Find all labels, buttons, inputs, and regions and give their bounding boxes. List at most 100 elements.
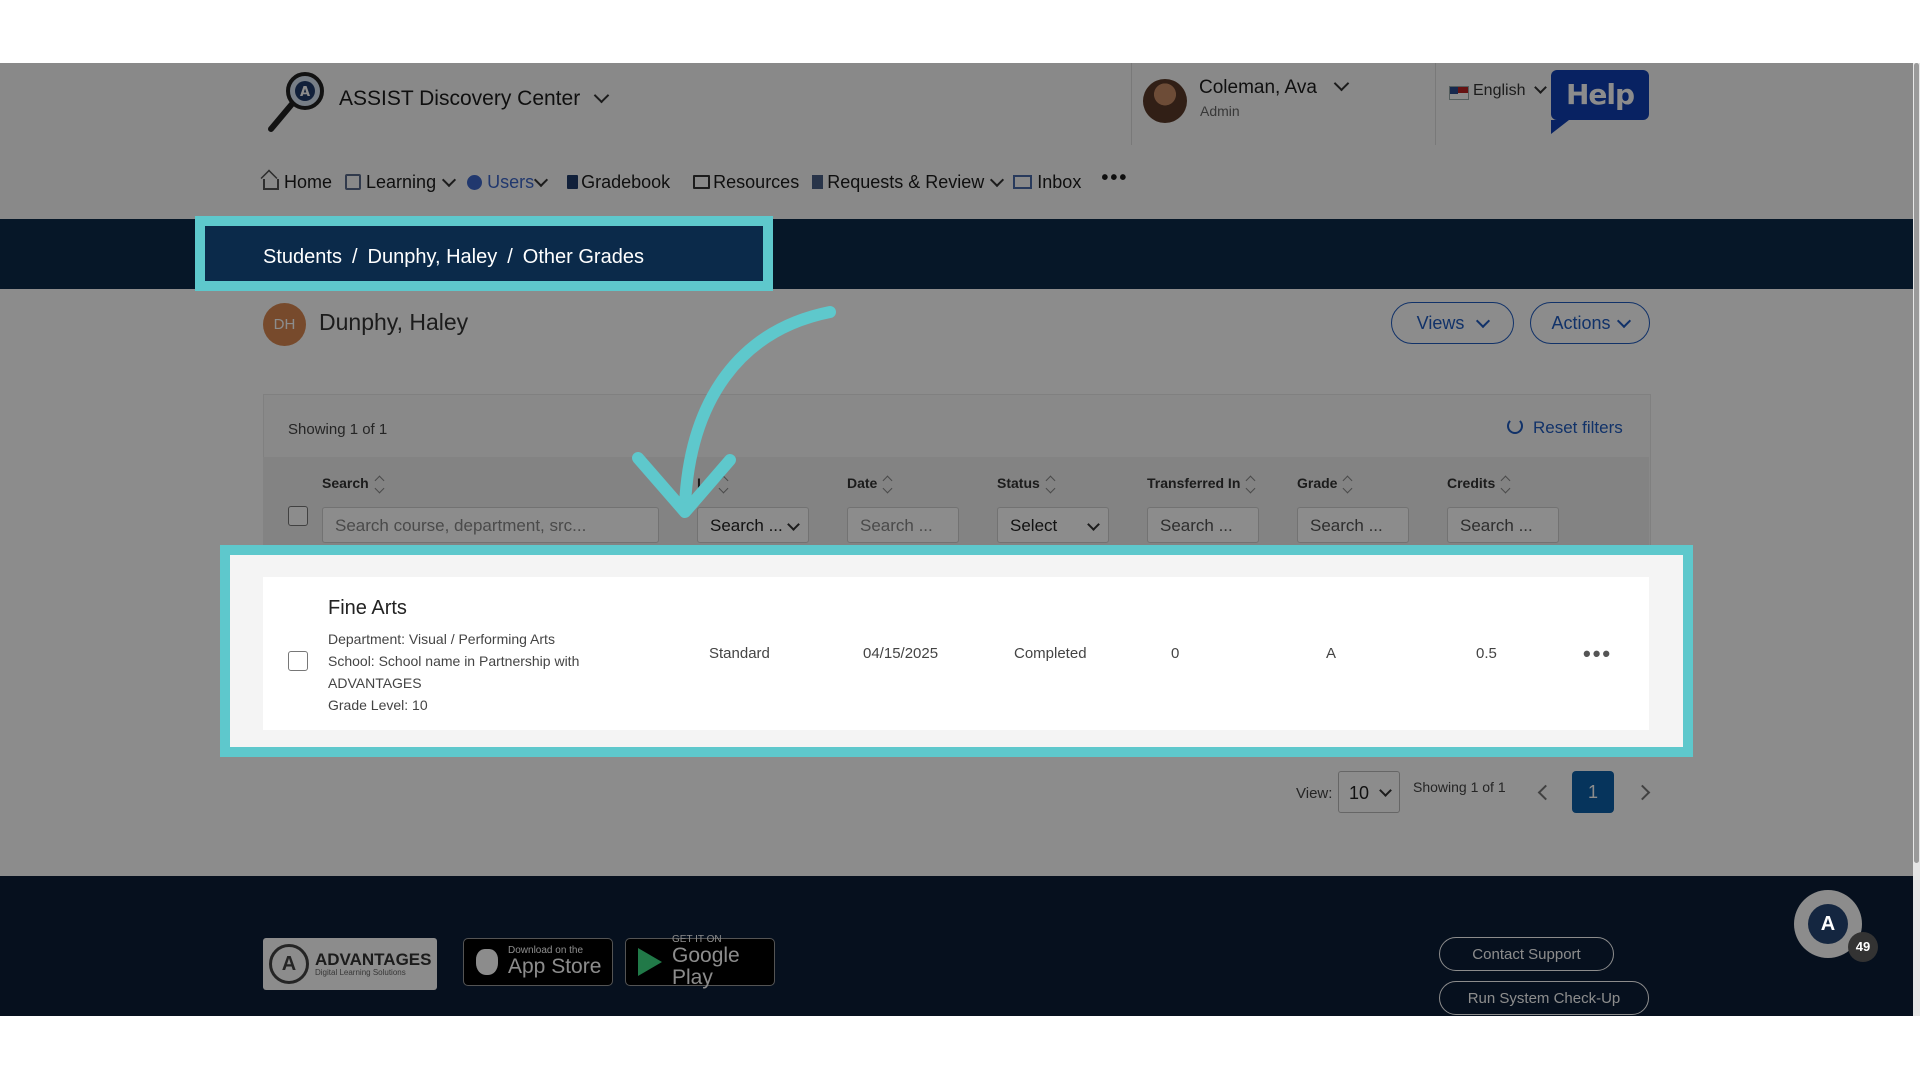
nav-item-users[interactable]: Users (467, 171, 549, 193)
main-nav: Home Learning Users Gradebook Resources (263, 167, 1141, 197)
contact-support-button[interactable]: Contact Support (1439, 937, 1614, 971)
sort-icon (1343, 475, 1351, 493)
status-filter-select[interactable]: Select (997, 507, 1109, 543)
nav-label: Gradebook (581, 171, 671, 192)
breadcrumb-students[interactable]: Students (263, 246, 342, 268)
chevron-down-icon (1476, 313, 1491, 328)
column-header-date[interactable]: Date (847, 475, 891, 493)
app-store-badge[interactable]: Download on the App Store (463, 938, 613, 986)
google-play-badge[interactable]: GET IT ON Google Play (625, 935, 775, 989)
reset-icon (1507, 418, 1523, 434)
sort-icon (1246, 475, 1254, 493)
google-play-icon (638, 948, 662, 976)
inbox-icon (1013, 175, 1033, 189)
cell-level: Standard (709, 645, 770, 662)
date-filter-input[interactable]: Search ... (847, 507, 959, 543)
views-button[interactable]: Views (1391, 302, 1514, 344)
credits-filter-input[interactable]: Search ... (1447, 507, 1559, 543)
google-play-big: Google Play (672, 944, 740, 989)
reset-filters-button[interactable]: Reset filters (1507, 418, 1623, 438)
level-filter-select[interactable]: Search ... (697, 507, 809, 543)
nav-item-inbox[interactable]: Inbox (1013, 172, 1081, 193)
actions-button[interactable]: Actions (1530, 302, 1650, 344)
page-size-select[interactable]: 10 (1338, 771, 1400, 813)
user-name: Coleman, Ava (1199, 77, 1317, 98)
column-label: Transferred In (1147, 475, 1241, 491)
requests-icon (812, 175, 824, 189)
sort-icon (1046, 475, 1054, 493)
nav-item-requests[interactable]: Requests & Review (812, 171, 1005, 193)
grade-filter-input[interactable]: Search ... (1297, 507, 1409, 543)
nav-item-resources[interactable]: Resources (693, 172, 799, 193)
nav-item-home[interactable]: Home (263, 172, 332, 193)
chevron-down-icon (1616, 313, 1631, 328)
help-button[interactable]: Help (1551, 70, 1649, 134)
course-school: School: School name in Partnership with (328, 653, 580, 669)
sort-icon (1501, 475, 1509, 493)
cell-status: Completed (1014, 645, 1087, 662)
cell-grade: A (1326, 645, 1337, 662)
column-header-transferred-in[interactable]: Transferred In (1147, 475, 1254, 493)
cell-transferred-in: 0 (1171, 645, 1180, 662)
column-label: Search (322, 475, 369, 491)
column-header-grade[interactable]: Grade (1297, 475, 1351, 493)
course-department: Department: Visual / Performing Arts (328, 631, 555, 647)
gradebook-icon (567, 175, 579, 189)
chevron-down-icon (534, 172, 549, 188)
chevron-down-icon (990, 172, 1005, 188)
divider (1435, 63, 1436, 145)
user-menu[interactable]: Coleman, Ava (1199, 75, 1350, 99)
previous-page-icon[interactable] (1537, 784, 1554, 801)
column-header-status[interactable]: Status (997, 475, 1054, 493)
chat-logo-icon: A (1808, 904, 1848, 944)
nav-item-gradebook[interactable]: Gradebook (567, 172, 670, 193)
select-all-checkbox[interactable] (288, 506, 308, 526)
chevron-down-icon (593, 87, 610, 104)
transferred-filter-input[interactable]: Search ... (1147, 507, 1259, 543)
system-checkup-button[interactable]: Run System Check-Up (1439, 981, 1649, 1015)
brand-subtitle: Digital Learning Solutions (315, 968, 406, 977)
breadcrumb-highlight: Students / Dunphy, Haley / Other Grades (195, 216, 773, 291)
row-menu-button[interactable]: ••• (1583, 641, 1612, 667)
sort-icon (719, 475, 727, 493)
filter-value: Search ... (710, 516, 783, 535)
app-store-big: App Store (508, 955, 602, 978)
brand-title: ADVANTAGES (315, 950, 432, 969)
column-label: Le (697, 475, 714, 491)
search-course-input[interactable]: Search course, department, src... (322, 507, 659, 543)
nav-label: Users (487, 171, 535, 192)
row-highlight: Fine Arts Department: Visual / Performin… (220, 545, 1693, 757)
column-header-search[interactable]: Search (322, 475, 383, 493)
breadcrumb-separator: / (351, 246, 358, 268)
nav-item-learning[interactable]: Learning (345, 172, 457, 193)
nav-more-button[interactable]: ••• (1101, 167, 1128, 190)
magnifier-logo-icon[interactable]: A (265, 69, 329, 135)
language-select[interactable]: English (1473, 81, 1547, 100)
student-name: Dunphy, Haley (319, 309, 469, 335)
page-scrollbar[interactable] (1913, 63, 1920, 1016)
svg-text:A: A (300, 85, 310, 100)
breadcrumb-student-name[interactable]: Dunphy, Haley (368, 246, 498, 268)
users-icon (467, 174, 483, 190)
app-title[interactable]: ASSIST Discovery Center (339, 87, 610, 111)
nav-label: Inbox (1037, 171, 1082, 192)
current-page-button[interactable]: 1 (1572, 771, 1614, 813)
column-label: Status (997, 475, 1040, 491)
us-flag-icon (1449, 86, 1469, 100)
row-checkbox[interactable] (288, 651, 308, 671)
next-page-icon[interactable] (1634, 784, 1651, 801)
course-school-cont: ADVANTAGES (328, 675, 422, 691)
column-header-level[interactable]: Le (697, 475, 727, 493)
sort-icon (883, 475, 891, 493)
nav-label: Requests & Review (827, 171, 985, 192)
column-header-credits[interactable]: Credits (1447, 475, 1509, 493)
pagination-showing: Showing 1 of 1 (1413, 779, 1506, 795)
scrollbar-thumb[interactable] (1914, 63, 1919, 863)
course-name[interactable]: Fine Arts (328, 597, 407, 620)
advantages-logo[interactable]: A ADVANTAGES Digital Learning Solutions (263, 938, 437, 990)
user-avatar[interactable] (1143, 79, 1187, 123)
chevron-down-icon (1087, 518, 1100, 531)
divider (1131, 63, 1132, 145)
chevron-down-icon (1534, 81, 1547, 94)
user-role: Admin (1200, 103, 1240, 119)
